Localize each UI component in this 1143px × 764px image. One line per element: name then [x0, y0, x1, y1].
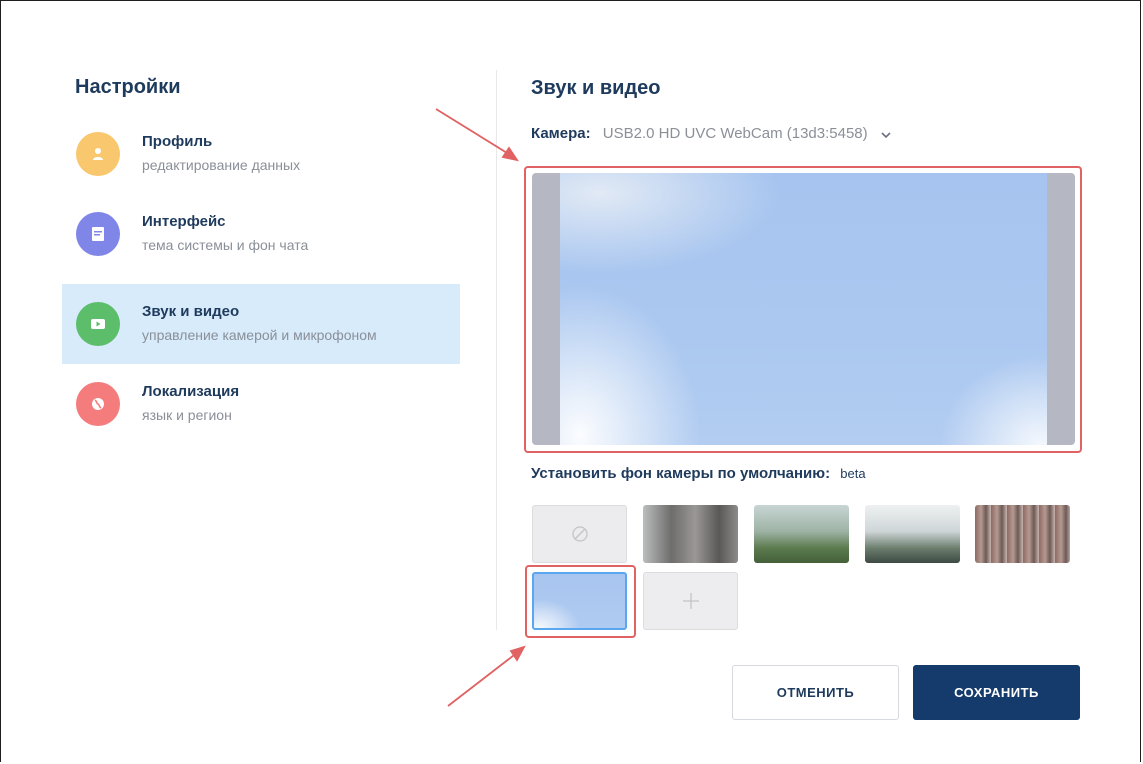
arrow-to-selected-background — [447, 645, 526, 707]
annotation-arrows — [435, 108, 526, 707]
arrow-to-preview — [435, 108, 519, 162]
